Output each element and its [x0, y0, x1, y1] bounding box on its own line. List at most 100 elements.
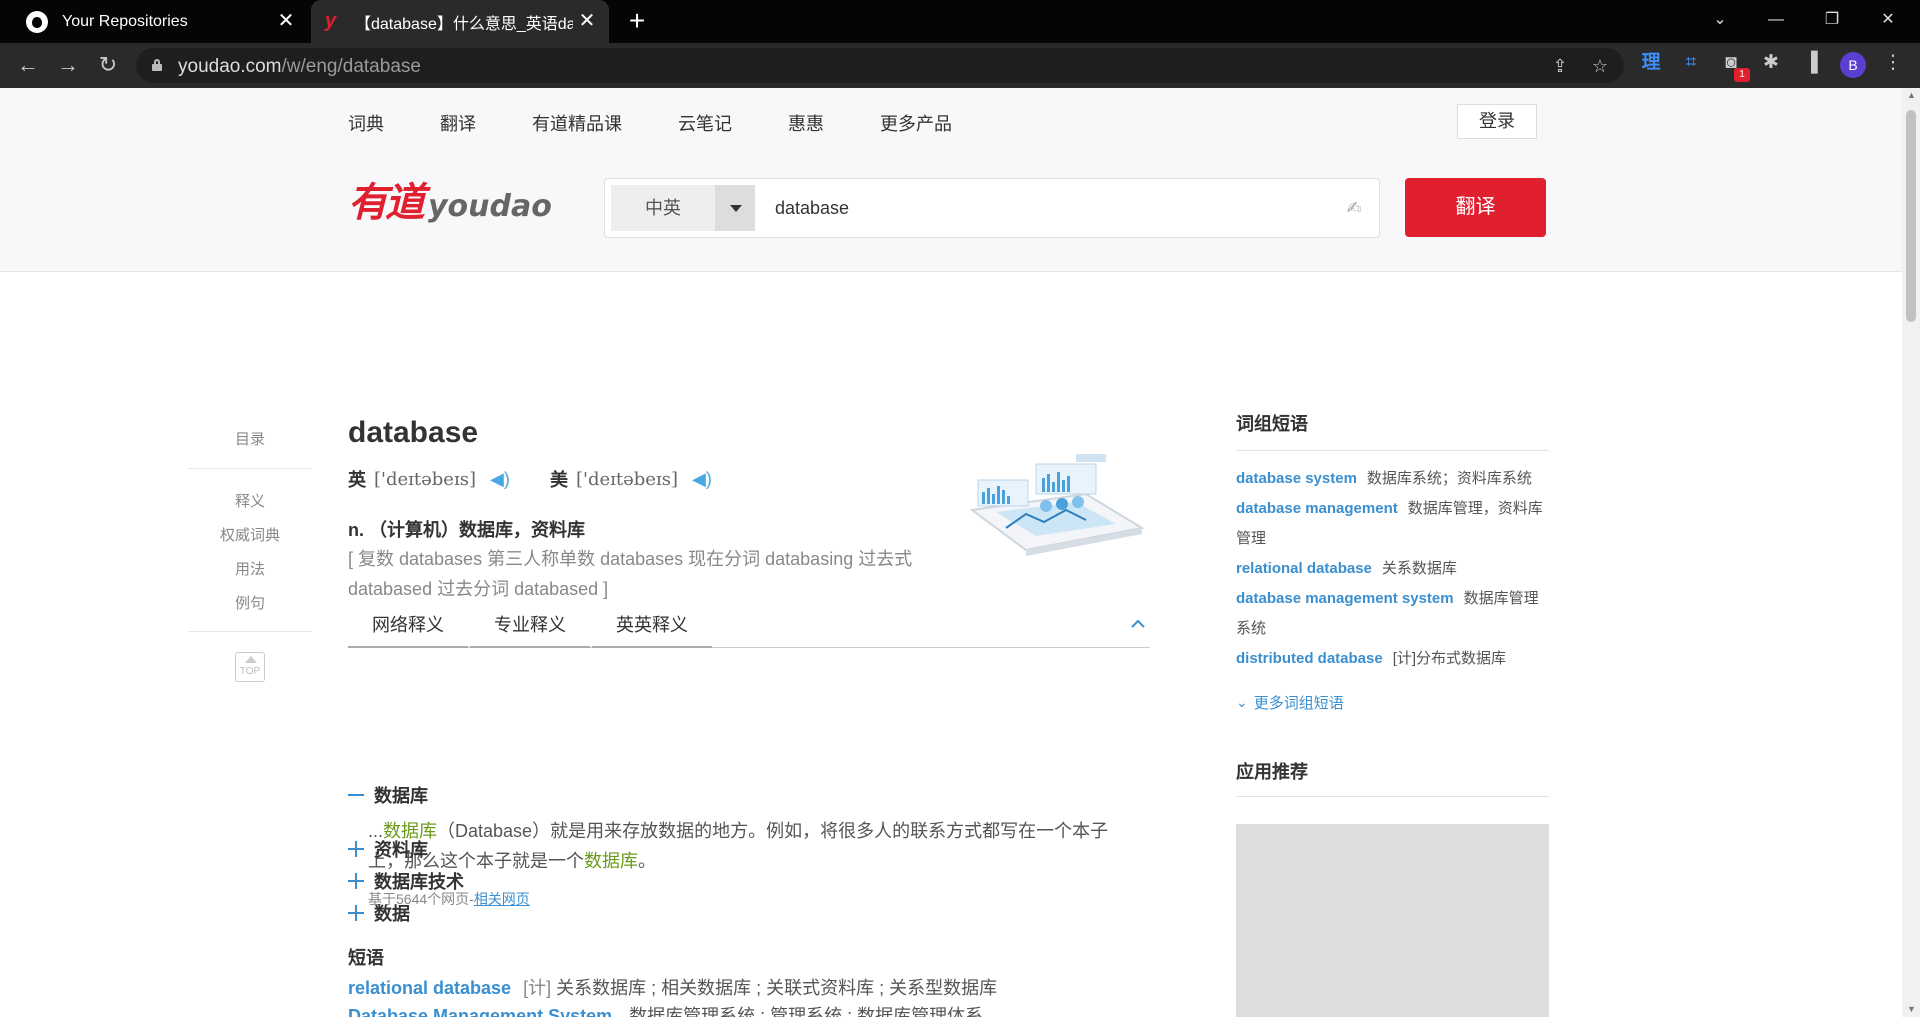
sense-expanded[interactable]: 数据库 — [348, 782, 428, 808]
reload-icon[interactable]: ↻ — [92, 49, 124, 81]
extensions-puzzle-icon[interactable]: ✱ — [1758, 50, 1784, 76]
tab-search-button[interactable]: ⌄ — [1692, 0, 1748, 43]
nav-courses[interactable]: 有道精品课 — [532, 110, 622, 136]
logo-text-cn: 有道 — [348, 179, 425, 226]
scroll-thumb[interactable] — [1906, 110, 1916, 322]
us-pronunciation: 美 ['deɪtəbeɪs] ◀) — [550, 466, 712, 492]
phrase-link[interactable]: database system — [1236, 470, 1357, 487]
youdao-logo[interactable]: 有道 youdao — [348, 178, 552, 228]
nav-dict[interactable]: 词典 — [348, 110, 384, 136]
tab-english-definition[interactable]: 英英释义 — [592, 610, 712, 648]
close-window-button[interactable]: ✕ — [1860, 0, 1916, 43]
menu-dots-icon[interactable]: ⋮ — [1880, 50, 1906, 76]
tab-professional-definition[interactable]: 专业释义 — [470, 610, 590, 648]
handwrite-input-icon[interactable]: ✍ — [1343, 197, 1365, 219]
profile-avatar[interactable]: B — [1840, 52, 1866, 78]
language-label: 中英 — [645, 198, 681, 218]
us-ipa: ['deɪtəbeɪs] — [576, 468, 678, 490]
site-header: 词典 翻译 有道精品课 云笔记 惠惠 更多产品 登录 有道 youdao 中英 … — [0, 88, 1902, 272]
uk-label: 英 — [348, 470, 366, 490]
collapse-minus-icon[interactable] — [348, 794, 364, 796]
browser-toolbar: ← → ↻ youdao.com/w/eng/database ⇪ ☆ 理 ⌗ … — [0, 43, 1920, 88]
sense-collapsed[interactable]: 数据 — [348, 900, 410, 926]
forward-icon[interactable]: → — [52, 49, 84, 81]
toc-item-examples[interactable]: 例句 — [188, 587, 312, 621]
phrase-row: relational database [计] 关系数据库 ; 相关数据库 ; 关… — [348, 978, 998, 998]
phrase-link[interactable]: Database Management System — [348, 1006, 612, 1017]
app-recommendation-placeholder[interactable] — [1236, 824, 1549, 1017]
tab-web-definition[interactable]: 网络释义 — [348, 610, 468, 648]
table-of-contents: 目录 释义 权威词典 用法 例句 TOP — [188, 428, 312, 682]
toc-item-authoritative-dict[interactable]: 权威词典 — [188, 519, 312, 553]
chevron-up-icon[interactable] — [1130, 616, 1146, 632]
word-illustration-image — [969, 454, 1145, 556]
definition-tabs: 网络释义 专业释义 英英释义 — [348, 610, 1150, 648]
sense-collapsed[interactable]: 资料库 — [348, 836, 428, 862]
bookmark-star-icon[interactable]: ☆ — [1588, 54, 1612, 78]
minimize-button[interactable]: — — [1748, 0, 1804, 43]
back-to-top-icon[interactable]: TOP — [235, 652, 265, 682]
double-chevron-down-icon: ⌄ — [1236, 694, 1248, 710]
extension-crop-icon[interactable]: ⌗ — [1678, 50, 1704, 76]
list-item: database management system 数据库管理系统 — [1236, 590, 1539, 637]
extension-li-icon[interactable]: 理 — [1638, 50, 1664, 76]
phrase-link[interactable]: relational database — [1236, 560, 1372, 577]
expand-plus-icon[interactable] — [348, 841, 364, 857]
scroll-down-icon[interactable]: ▼ — [1907, 1004, 1916, 1014]
language-select[interactable]: 中英 — [611, 185, 755, 231]
tab-bar: Your Repositories ✕ y 【database】什么意思_英语d… — [0, 0, 1920, 43]
uk-pronunciation: 英 ['deɪtəbeɪs] ◀) — [348, 466, 510, 492]
tab-your-repositories[interactable]: Your Repositories ✕ — [12, 0, 308, 43]
extension-badge: 1 — [1734, 68, 1750, 82]
sidebar-phrase-list: database system 数据库系统；资料库系统 database mana… — [1236, 464, 1549, 674]
close-tab-icon[interactable]: ✕ — [274, 9, 298, 33]
chevron-down-icon[interactable] — [715, 185, 755, 231]
phrase-link[interactable]: distributed database — [1236, 650, 1383, 667]
toc-item-definition[interactable]: 释义 — [188, 485, 312, 519]
lock-icon — [152, 59, 162, 71]
address-bar[interactable]: youdao.com/w/eng/database ⇪ ☆ — [136, 48, 1624, 83]
login-button[interactable]: 登录 — [1457, 104, 1537, 139]
phrase-link[interactable]: database management — [1236, 500, 1398, 517]
share-icon[interactable]: ⇪ — [1548, 54, 1572, 78]
phrase-row: Database Management System 数据库管理系统 ; 管理系… — [348, 1002, 983, 1017]
phrases-title: 短语 — [348, 948, 384, 968]
close-tab-icon[interactable]: ✕ — [575, 9, 599, 33]
back-icon[interactable]: ← — [12, 49, 44, 81]
related-pages-link[interactable]: 相关网页 — [474, 891, 530, 907]
tab-youdao-database[interactable]: y 【database】什么意思_英语database的翻译 ✕ — [311, 0, 609, 43]
github-icon — [26, 10, 48, 33]
search-box: 中英 ✍ — [604, 178, 1380, 238]
sense-example: ...数据库（Database）就是用来存放数据的地方。例如，将很多人的联系方式… — [368, 821, 1109, 871]
translate-button[interactable]: 翻译 — [1405, 178, 1546, 237]
expand-plus-icon[interactable] — [348, 873, 364, 889]
speaker-icon[interactable]: ◀) — [490, 468, 510, 490]
sense-collapsed[interactable]: 数据库技术 — [348, 868, 464, 894]
restore-button[interactable]: ❐ — [1804, 0, 1860, 43]
divider — [1236, 796, 1549, 797]
page-scrollbar[interactable]: ▲ ▼ — [1902, 88, 1920, 1017]
divider — [188, 631, 312, 632]
search-input[interactable] — [775, 193, 1295, 223]
nav-huihui[interactable]: 惠惠 — [788, 110, 824, 136]
sidebar-icon[interactable]: ▐ — [1798, 50, 1824, 76]
url-text[interactable]: youdao.com/w/eng/database — [178, 56, 421, 78]
new-tab-button[interactable]: + — [622, 6, 652, 36]
phrase-link[interactable]: database management system — [1236, 590, 1454, 607]
sense-title: 数据 — [374, 904, 410, 924]
nav-translate[interactable]: 翻译 — [440, 110, 476, 136]
more-phrases-link[interactable]: ⌄ 更多词组短语 — [1236, 692, 1344, 713]
nav-more-products[interactable]: 更多产品 — [880, 110, 952, 136]
scroll-up-icon[interactable]: ▲ — [1907, 90, 1916, 100]
list-item: distributed database [计]分布式数据库 — [1236, 650, 1507, 667]
speaker-icon[interactable]: ◀) — [692, 468, 712, 490]
apps-sidebar-title: 应用推荐 — [1236, 762, 1308, 782]
toc-item-usage[interactable]: 用法 — [188, 553, 312, 587]
tab-title: Your Repositories — [62, 12, 188, 30]
top-nav: 词典 翻译 有道精品课 云笔记 惠惠 更多产品 — [348, 110, 1008, 136]
nav-notes[interactable]: 云笔记 — [678, 110, 732, 136]
expand-plus-icon[interactable] — [348, 905, 364, 921]
divider — [188, 468, 312, 469]
phrase-link[interactable]: relational database — [348, 978, 511, 998]
word-forms: [ 复数 databases 第三人称单数 databases 现在分词 dat… — [348, 549, 913, 599]
